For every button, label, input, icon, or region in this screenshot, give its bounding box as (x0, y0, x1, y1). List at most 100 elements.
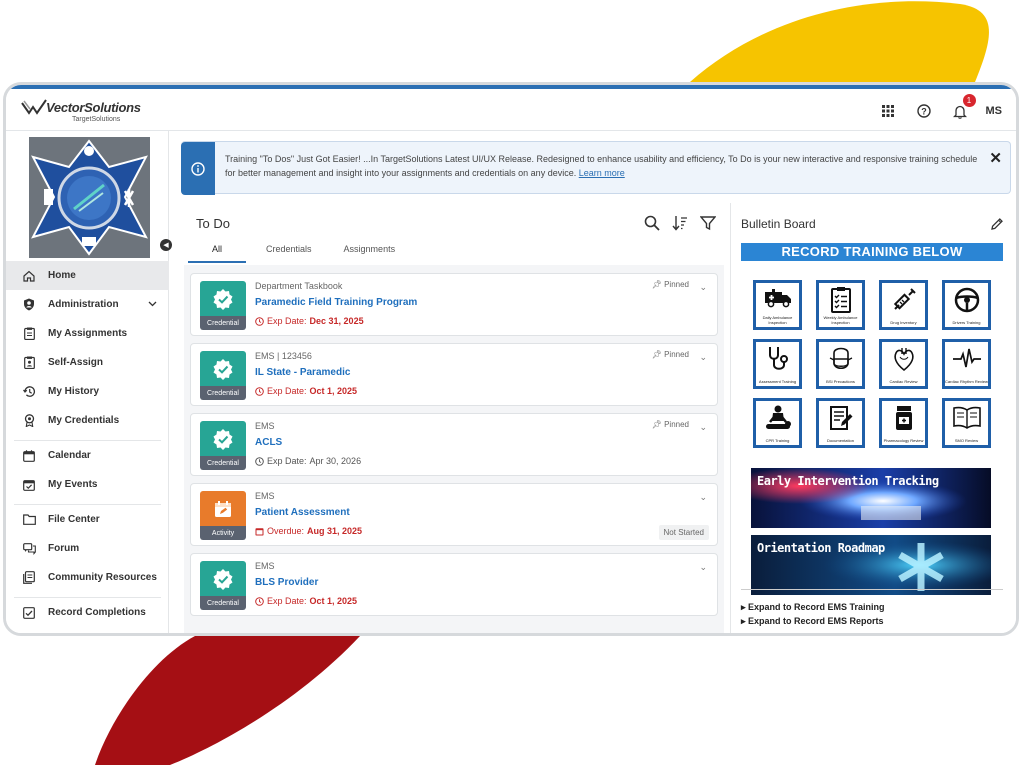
card-date: Exp Date: Oct 1, 2025 (255, 596, 357, 606)
apps-grid-icon[interactable] (878, 101, 898, 121)
sidebar-item-record-completions[interactable]: Record Completions (6, 598, 169, 627)
sidebar-item-label: My History (48, 386, 100, 397)
card-date: Overdue: Aug 31, 2025 (255, 526, 362, 536)
orientation-roadmap-banner[interactable]: Orientation Roadmap (751, 535, 991, 595)
verified-check-icon (213, 568, 233, 590)
user-avatar[interactable]: MS (986, 105, 1003, 117)
date-value: Oct 1, 2025 (309, 386, 358, 396)
learn-more-link[interactable]: Learn more (579, 168, 625, 178)
tile-cardiac-rhythm-review[interactable]: Cardiac Rhythm Review (942, 339, 991, 389)
search-icon[interactable] (644, 215, 660, 231)
tile-smo-review[interactable]: SMO Review (942, 398, 991, 448)
tab-assignments[interactable]: Assignments (332, 240, 408, 263)
tab-all[interactable]: All (188, 240, 247, 263)
tile-cpr-training[interactable]: CPR Training (753, 398, 802, 448)
filter-icon[interactable] (700, 215, 716, 231)
verified-check-icon (213, 358, 233, 380)
sidebar-item-calendar[interactable]: Calendar (6, 441, 169, 470)
todo-card[interactable]: Credential EMS ACLS Exp Date: Apr 30, 20… (190, 413, 718, 476)
edit-pencil-icon[interactable] (990, 217, 1004, 231)
chevron-down-icon[interactable]: ⌄ (699, 562, 707, 573)
card-title-link[interactable]: IL State - Paramedic (255, 367, 350, 378)
date-prefix: Overdue: (267, 526, 305, 536)
sidebar-item-home[interactable]: Home (6, 261, 169, 290)
notifications-bell-icon[interactable]: 1 (950, 94, 976, 121)
card-date: Exp Date: Oct 1, 2025 (255, 386, 357, 396)
checklist-icon (830, 287, 851, 313)
tab-credentials[interactable]: Credentials (254, 240, 324, 263)
chevron-down-icon[interactable]: ⌄ (699, 492, 707, 503)
sidebar-item-my-events[interactable]: My Events (6, 470, 169, 499)
card-category: EMS (255, 561, 275, 571)
pinned-indicator[interactable]: 📌︎ Pinned (652, 280, 689, 289)
training-tile-grid: Daily Ambulance Inspection Weekly Ambula… (753, 280, 991, 448)
sidebar-item-forum[interactable]: Forum (6, 534, 169, 563)
mask-icon (829, 347, 852, 370)
clipboard-user-icon (22, 356, 36, 370)
sidebar-item-file-center[interactable]: File Center (6, 505, 169, 534)
tile-assessment-training[interactable]: Assessment Training (753, 339, 802, 389)
sort-icon[interactable] (672, 215, 688, 231)
early-intervention-tracking-banner[interactable]: Early Intervention Tracking (751, 468, 991, 528)
pinned-indicator[interactable]: 📌︎ Pinned (652, 420, 689, 429)
expand-record-ems-training[interactable]: ▸ Expand to Record EMS Training (741, 602, 885, 613)
sidebar-item-my-credentials[interactable]: My Credentials (6, 406, 169, 435)
status-badge: Not Started (658, 525, 709, 540)
todo-card[interactable]: Credential EMS | 123456 IL State - Param… (190, 343, 718, 406)
verified-check-icon (213, 428, 233, 450)
sidebar-item-label: Calendar (48, 450, 91, 461)
chevron-down-icon[interactable]: ⌄ (699, 352, 707, 363)
tile-documentation[interactable]: Documentation (816, 398, 865, 448)
todo-card[interactable]: Credential Department Taskbook Paramedic… (190, 273, 718, 336)
tile-cardiac-review[interactable]: Cardiac Review (879, 339, 928, 389)
svg-text:?: ? (921, 107, 927, 117)
pinned-label: Pinned (664, 350, 689, 359)
sidebar-item-self-assign[interactable]: Self-Assign (6, 348, 169, 377)
date-value: Aug 31, 2025 (307, 526, 363, 536)
card-title-link[interactable]: ACLS (255, 437, 282, 448)
department-badge-image (29, 137, 150, 258)
brand-sub: TargetSolutions (72, 116, 121, 123)
tile-label: Pharmacology Review (883, 438, 924, 443)
help-icon[interactable]: ? (914, 101, 934, 121)
calendar-check-icon (22, 478, 36, 492)
expand-record-ems-reports[interactable]: ▸ Expand to Record EMS Reports (741, 616, 884, 627)
chevron-down-icon[interactable]: ⌄ (699, 422, 707, 433)
todo-card[interactable]: Credential EMS BLS Provider Exp Date: Oc… (190, 553, 718, 616)
folder-icon (22, 513, 36, 527)
activity-badge: Activity (200, 491, 246, 540)
card-title-link[interactable]: Patient Assessment (255, 507, 350, 518)
pinned-indicator[interactable]: 📌︎ Pinned (652, 350, 689, 359)
tile-label: Cardiac Rhythm Review (945, 379, 988, 384)
todo-list: Credential Department Taskbook Paramedic… (190, 273, 718, 623)
tile-pharmacology-review[interactable]: Pharmacology Review (879, 398, 928, 448)
verified-check-icon (213, 288, 233, 310)
clock-icon (255, 456, 264, 466)
tile-drug-inventory[interactable]: Drug Inventory (879, 280, 928, 330)
card-title-link[interactable]: Paramedic Field Training Program (255, 297, 417, 308)
banner-accent (181, 142, 215, 195)
tile-drivers-training[interactable]: Drivers Training (942, 280, 991, 330)
home-icon (22, 269, 36, 283)
todo-card[interactable]: Activity EMS Patient Assessment Overdue:… (190, 483, 718, 546)
card-title-link[interactable]: BLS Provider (255, 577, 318, 588)
forum-icon (22, 542, 36, 556)
credential-badge: Credential (200, 351, 246, 400)
sidebar-item-community-resources[interactable]: Community Resources (6, 563, 169, 592)
sidebar-item-my-assignments[interactable]: My Assignments (6, 319, 169, 348)
chevron-down-icon[interactable] (148, 299, 157, 308)
sidebar-collapse-button[interactable]: ◀ (160, 239, 172, 251)
tile-weekly-ambulance-inspection[interactable]: Weekly Ambulance Inspection (816, 280, 865, 330)
chevron-down-icon[interactable]: ⌄ (699, 282, 707, 293)
bulletin-title: Bulletin Board (741, 217, 816, 231)
close-icon[interactable]: ✕ (989, 149, 1002, 167)
tile-daily-ambulance-inspection[interactable]: Daily Ambulance Inspection (753, 280, 802, 330)
promo-title: Early Intervention Tracking (757, 474, 939, 488)
calendar-icon (22, 449, 36, 463)
tile-bsi-precautions[interactable]: BSI Precautions (816, 339, 865, 389)
date-prefix: Exp Date: (267, 386, 307, 396)
sidebar-item-administration[interactable]: Administration (6, 290, 169, 319)
sidebar-item-my-history[interactable]: My History (6, 377, 169, 406)
app-window: VectorSolutions TargetSolutions ? 1 MS ◀… (3, 82, 1019, 636)
card-type-label: Credential (200, 316, 246, 330)
